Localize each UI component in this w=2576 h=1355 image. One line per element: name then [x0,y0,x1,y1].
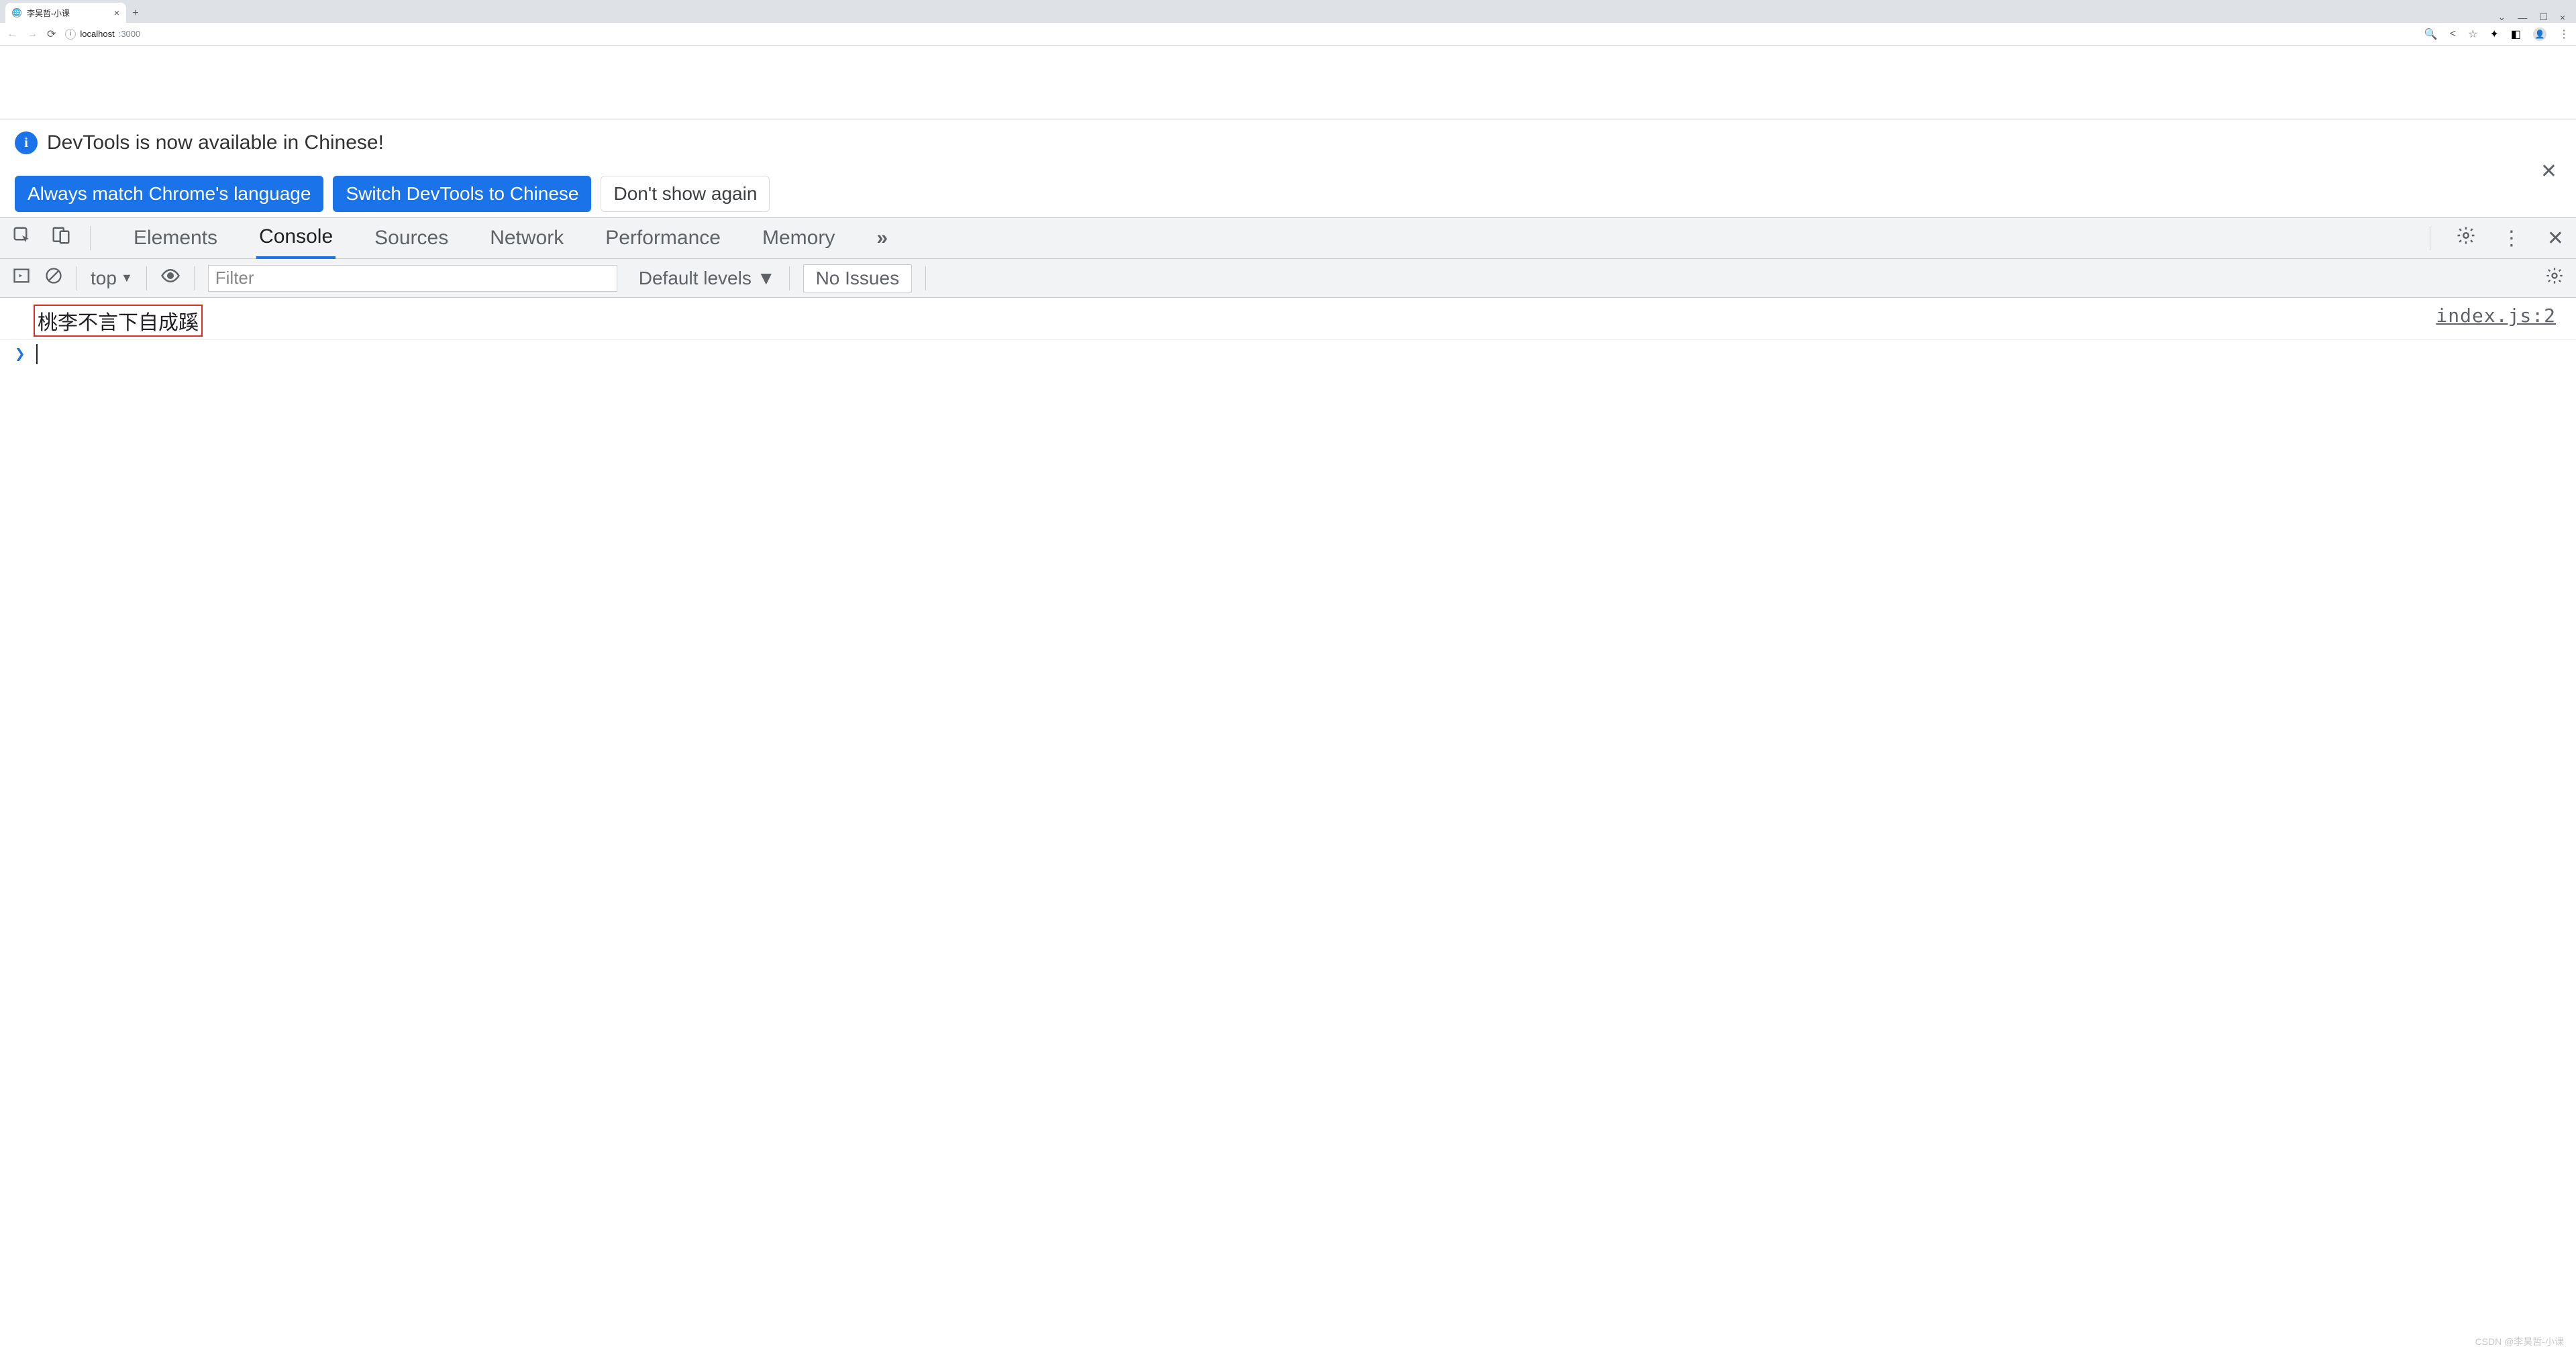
url-host: localhost [80,29,114,39]
bookmark-icon[interactable]: ☆ [2468,28,2477,41]
tab-overflow[interactable]: » [874,219,890,258]
devtools-tab-bar: Elements Console Sources Network Perform… [0,217,2576,259]
console-output: 桃李不言下自成蹊 index.js:2 ❯ [0,298,2576,367]
gear-icon[interactable] [2545,266,2564,290]
info-icon: i [15,131,38,154]
kebab-menu-icon[interactable]: ⋮ [2559,28,2569,41]
console-prompt[interactable]: ❯ [0,340,2576,367]
log-message: 桃李不言下自成蹊 [34,305,203,337]
tab-sources[interactable]: Sources [372,219,451,258]
console-toolbar: top ▼ Default levels ▼ No Issues [0,259,2576,298]
chevron-down-icon: ▼ [757,268,776,289]
window-controls: ⌄ — ☐ × [2498,11,2571,23]
profile-avatar-icon[interactable]: 👤 [2533,28,2546,41]
log-levels-selector[interactable]: Default levels ▼ [639,268,776,289]
reload-icon[interactable]: ⟳ [47,28,56,41]
globe-icon: 🌐 [12,8,21,17]
url-port: :3000 [119,29,141,39]
log-source-link[interactable]: index.js:2 [2436,305,2556,327]
share-icon[interactable]: < [2450,28,2456,40]
context-label: top [91,268,117,289]
console-log-row: 桃李不言下自成蹊 index.js:2 [0,302,2576,340]
inspect-icon[interactable] [12,225,32,251]
context-selector[interactable]: top ▼ [91,268,133,289]
divider [76,266,77,290]
extensions-icon[interactable]: ✦ [2489,28,2498,41]
tab-network[interactable]: Network [487,219,566,258]
tab-memory[interactable]: Memory [760,219,837,258]
info-icon[interactable]: i [65,29,76,40]
divider [925,266,926,290]
divider [146,266,147,290]
close-icon[interactable]: ✕ [2547,227,2564,250]
tab-title: 李昊哲-小课 [27,7,70,19]
close-icon[interactable]: × [114,7,119,18]
language-notice: i DevTools is now available in Chinese! … [0,119,2576,217]
csdn-watermark: CSDN @李昊哲-小课 [2475,1335,2564,1348]
url-box[interactable]: i localhost :3000 [65,29,140,40]
levels-label: Default levels [639,268,752,289]
gear-icon[interactable] [2456,225,2476,251]
close-icon[interactable]: ✕ [2540,160,2557,183]
notice-message: DevTools is now available in Chinese! [47,131,384,154]
tab-strip: 🌐 李昊哲-小课 × + ⌄ — ☐ × [0,0,2576,23]
tab-performance[interactable]: Performance [603,219,723,258]
tab-elements[interactable]: Elements [131,219,220,258]
divider [90,226,91,250]
back-icon[interactable]: ← [7,28,17,40]
page-viewport [0,46,2576,119]
forward-icon[interactable]: → [27,28,38,40]
always-match-button[interactable]: Always match Chrome's language [15,176,323,212]
devtools-panel: i DevTools is now available in Chinese! … [0,119,2576,367]
sidepanel-icon[interactable]: ◧ [2511,28,2521,41]
dismiss-button[interactable]: Don't show again [601,176,770,212]
prompt-caret-icon: ❯ [15,344,25,364]
tab-console[interactable]: Console [256,217,336,259]
maximize-icon[interactable]: ☐ [2539,11,2548,23]
chevron-down-icon: ▼ [121,271,133,285]
browser-tab[interactable]: 🌐 李昊哲-小课 × [5,3,126,23]
switch-language-button[interactable]: Switch DevTools to Chinese [333,176,591,212]
minimize-icon[interactable]: — [2518,12,2527,23]
new-tab-button[interactable]: + [126,4,145,23]
divider [194,266,195,290]
toolbar-right: 🔍 < ☆ ✦ ◧ 👤 ⋮ [2424,28,2569,41]
clear-console-icon[interactable] [44,266,63,290]
filter-input[interactable] [208,265,617,292]
zoom-icon[interactable]: 🔍 [2424,28,2438,41]
close-window-icon[interactable]: × [2560,12,2565,23]
issues-button[interactable]: No Issues [803,264,913,292]
device-toggle-icon[interactable] [51,225,71,251]
kebab-menu-icon[interactable]: ⋮ [2502,227,2522,250]
text-cursor [36,344,38,364]
chevron-down-icon[interactable]: ⌄ [2498,11,2506,23]
divider [789,266,790,290]
address-bar: ← → ⟳ i localhost :3000 🔍 < ☆ ✦ ◧ 👤 ⋮ [0,23,2576,46]
sidebar-toggle-icon[interactable] [12,266,31,290]
eye-icon[interactable] [160,266,181,290]
